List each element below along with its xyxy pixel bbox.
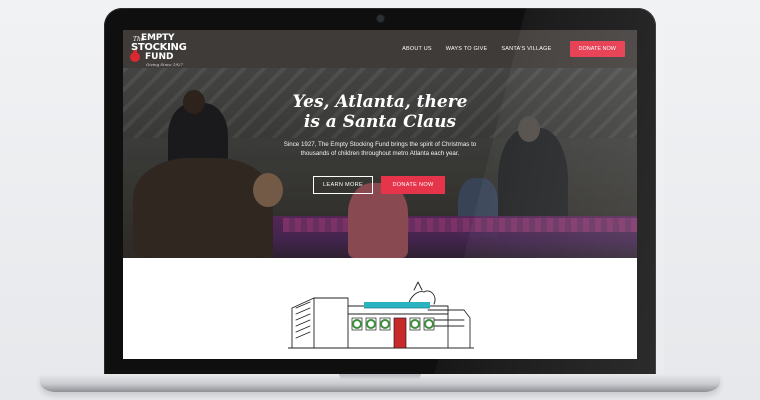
- site-header: The EMPTY STOCKING FUND Giving Since 192…: [123, 30, 637, 68]
- learn-more-button[interactable]: LEARN MORE: [313, 176, 373, 194]
- nav-donate-button[interactable]: DONATE NOW: [569, 41, 625, 57]
- content-section: [123, 258, 637, 359]
- santas-village-sketch: [288, 281, 474, 349]
- logo-line-fund: FUND: [145, 52, 174, 62]
- nav-ways-to-give[interactable]: WAYS TO GIVE: [446, 46, 488, 52]
- hero-title-line: Yes, Atlanta, there: [292, 92, 468, 112]
- ornament-icon: [130, 49, 140, 62]
- hero-subtitle: Since 1927, The Empty Stocking Fund brin…: [253, 140, 507, 158]
- hero-subtitle-line: Since 1927, The Empty Stocking Fund brin…: [283, 141, 477, 148]
- logo-tagline: Giving Since 1927: [146, 62, 184, 67]
- nav-about-us[interactable]: ABOUT US: [402, 46, 432, 52]
- hero-section: Yes, Atlanta, there is a Santa Claus Sin…: [123, 68, 637, 258]
- hero-donate-button[interactable]: DONATE NOW: [381, 176, 445, 194]
- nav-santas-village[interactable]: SANTA'S VILLAGE: [501, 46, 551, 52]
- browser-viewport: The EMPTY STOCKING FUND Giving Since 192…: [123, 30, 637, 359]
- site-logo[interactable]: The EMPTY STOCKING FUND Giving Since 192…: [127, 33, 187, 69]
- hero-subtitle-line: thousands of children throughout metro A…: [300, 150, 460, 157]
- laptop-lid: The EMPTY STOCKING FUND Giving Since 192…: [104, 8, 664, 376]
- laptop-base: [40, 374, 720, 392]
- hero-title: Yes, Atlanta, there is a Santa Claus: [243, 92, 517, 132]
- camera-icon: [377, 15, 384, 22]
- hero-title-line: is a Santa Claus: [303, 112, 457, 132]
- main-nav: ABOUT US WAYS TO GIVE SANTA'S VILLAGE DO…: [402, 30, 625, 68]
- laptop-base-notch: [339, 374, 421, 380]
